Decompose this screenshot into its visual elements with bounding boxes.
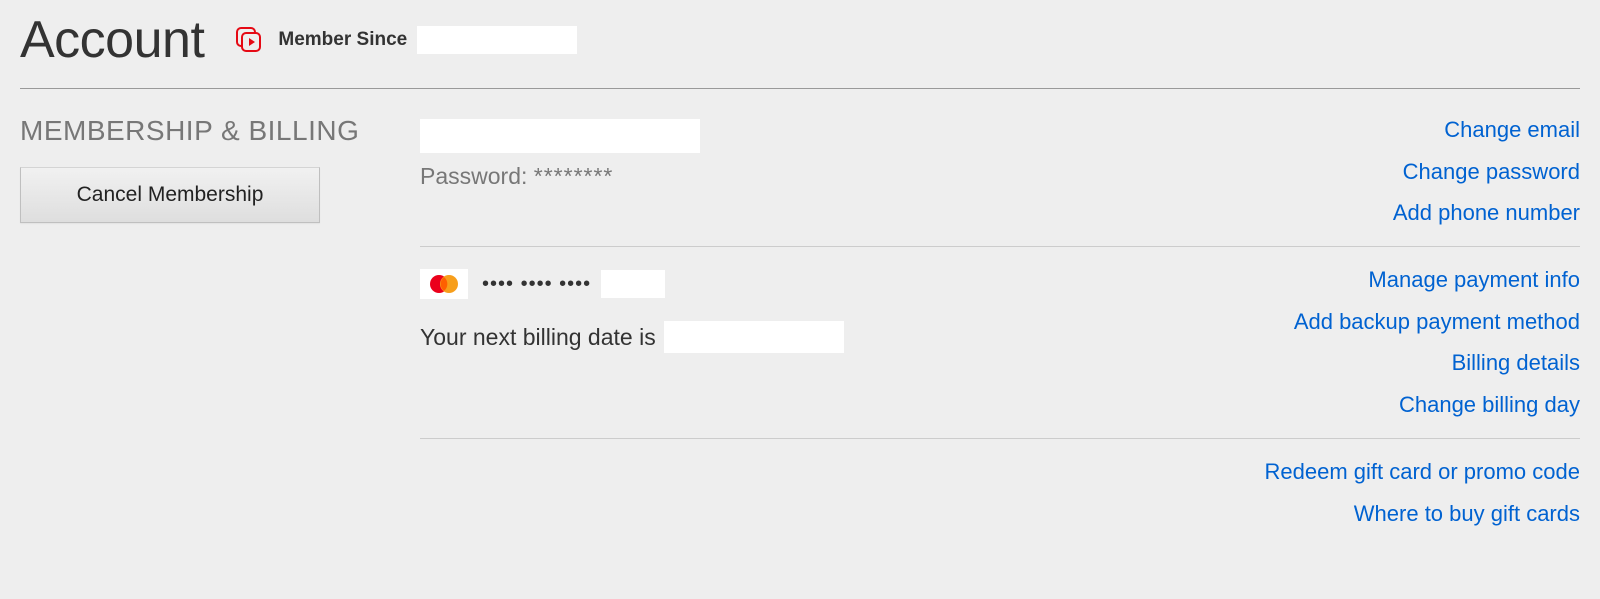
header-divider [20,88,1580,89]
redeem-gift-card-link[interactable]: Redeem gift card or promo code [1265,457,1581,487]
card-mask: •••• •••• •••• [482,273,591,296]
next-billing-date-value [664,321,844,353]
change-email-link[interactable]: Change email [1393,115,1580,145]
where-to-buy-gift-cards-link[interactable]: Where to buy gift cards [1265,499,1581,529]
next-billing-date-label: Your next billing date is [420,324,656,351]
card-last4 [601,270,665,298]
billing-details-link[interactable]: Billing details [1294,348,1580,378]
password-row: Password: ******** [420,163,1393,190]
membership-billing-section: MEMBERSHIP & BILLING Cancel Membership P… [20,115,1580,546]
payment-card-row: •••• •••• •••• [420,269,1294,299]
member-since-icon [234,25,264,55]
cancel-membership-button[interactable]: Cancel Membership [20,167,320,223]
mastercard-icon [420,269,468,299]
next-billing-date-row: Your next billing date is [420,321,1294,353]
change-password-link[interactable]: Change password [1393,157,1580,187]
account-credentials-block: Password: ******** Change email Change p… [420,115,1580,246]
password-label: Password: [420,163,527,189]
manage-payment-info-link[interactable]: Manage payment info [1294,265,1580,295]
change-billing-day-link[interactable]: Change billing day [1294,390,1580,420]
password-mask: ******** [534,163,614,189]
gift-card-block: Redeem gift card or promo code Where to … [420,438,1580,546]
account-email-value [420,119,700,153]
member-since-label: Member Since [278,29,407,51]
add-backup-payment-link[interactable]: Add backup payment method [1294,307,1580,337]
add-phone-number-link[interactable]: Add phone number [1393,198,1580,228]
payment-block: •••• •••• •••• Your next billing date is… [420,246,1580,438]
section-title-membership: MEMBERSHIP & BILLING [20,115,420,147]
account-header: Account Member Since [20,10,1580,70]
member-since-value [417,26,577,54]
page-title: Account [20,10,204,70]
